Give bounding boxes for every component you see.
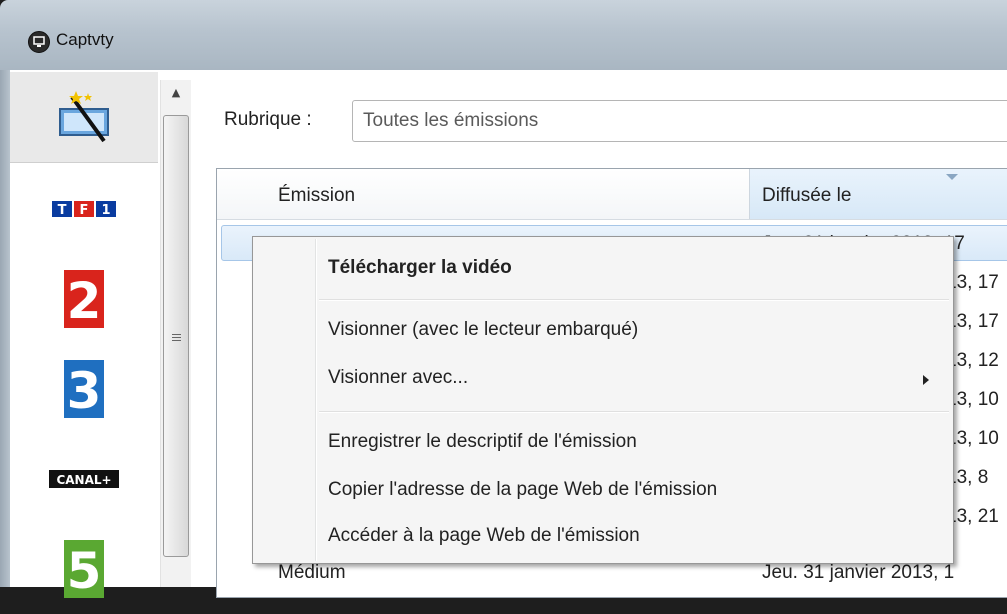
channel-canalplus[interactable]: CANAL+ (10, 434, 158, 524)
canalplus-logo: CANAL+ (49, 470, 119, 488)
window-frame (0, 70, 10, 587)
france2-logo: 2 (64, 270, 104, 330)
svg-text:F: F (80, 203, 89, 218)
svg-text:CANAL+: CANAL+ (56, 473, 111, 487)
table-cell-date: 13, 17 (946, 311, 999, 332)
rubrique-select[interactable]: Toutes les émissions (352, 100, 1007, 142)
menu-item-save-description[interactable]: Enregistrer le descriptif de l'émission (328, 431, 637, 453)
menu-item-download[interactable]: Télécharger la vidéo (328, 257, 512, 279)
scroll-thumb[interactable] (163, 115, 189, 557)
france5-logo: 5 (64, 540, 104, 600)
channel-scrollbar[interactable]: ▲ (160, 80, 191, 587)
table-cell-date: 13, 12 (946, 350, 999, 371)
app-icon (28, 31, 50, 53)
table-header: Émission Diffusée le (217, 169, 1007, 220)
table-cell-date: 13, 8 (946, 467, 989, 488)
channel-list: T F 1 2 3 CANAL+ 5 (10, 72, 158, 600)
table-cell-date: 13, 21 (946, 506, 999, 527)
menu-separator (319, 411, 949, 413)
tf1-logo: T F 1 (52, 201, 116, 218)
svg-text:5: 5 (67, 542, 102, 600)
submenu-arrow-icon (923, 375, 929, 385)
svg-text:1: 1 (101, 203, 110, 218)
grip-icon (172, 334, 181, 343)
svg-text:2: 2 (67, 272, 102, 330)
channel-tf1[interactable]: T F 1 (10, 164, 158, 254)
table-cell-date: 13, 10 (946, 428, 999, 449)
rubrique-label: Rubrique : (224, 109, 312, 130)
window-title: Captvty (56, 30, 114, 49)
table-cell-date: 13, 17 (946, 272, 999, 293)
channel-france3[interactable]: 3 (10, 344, 158, 434)
channel-all-button[interactable] (10, 72, 158, 163)
menu-item-watch-with[interactable]: Visionner avec... (328, 367, 468, 389)
menu-item-copy-url[interactable]: Copier l'adresse de la page Web de l'émi… (328, 479, 717, 501)
menu-separator (319, 299, 949, 301)
svg-text:T: T (58, 203, 67, 218)
context-menu: Télécharger la vidéo Visionner (avec le … (252, 236, 954, 564)
channel-france5[interactable]: 5 (10, 524, 158, 614)
france3-logo: 3 (64, 360, 104, 420)
column-header-emission[interactable]: Émission (278, 185, 355, 207)
column-header-diffusee[interactable]: Diffusée le (750, 169, 1007, 219)
rubrique-value: Toutes les émissions (363, 110, 539, 131)
table-cell-date: Jeu. 31 janvier 2013, 1 (762, 562, 955, 583)
svg-text:3: 3 (67, 362, 102, 420)
scroll-up-arrow-icon[interactable]: ▲ (167, 86, 185, 102)
menu-item-watch-embedded[interactable]: Visionner (avec le lecteur embarqué) (328, 319, 638, 341)
channel-france2[interactable]: 2 (10, 254, 158, 344)
menu-icon-gutter (315, 239, 317, 561)
table-cell-emission: Médium (278, 562, 346, 583)
menu-item-open-webpage[interactable]: Accéder à la page Web de l'émission (328, 525, 640, 547)
title-bar: Captvty (0, 0, 1007, 70)
sort-desc-icon (946, 174, 958, 180)
table-cell-date: 13, 10 (946, 389, 999, 410)
magic-wand-icon (59, 91, 109, 143)
